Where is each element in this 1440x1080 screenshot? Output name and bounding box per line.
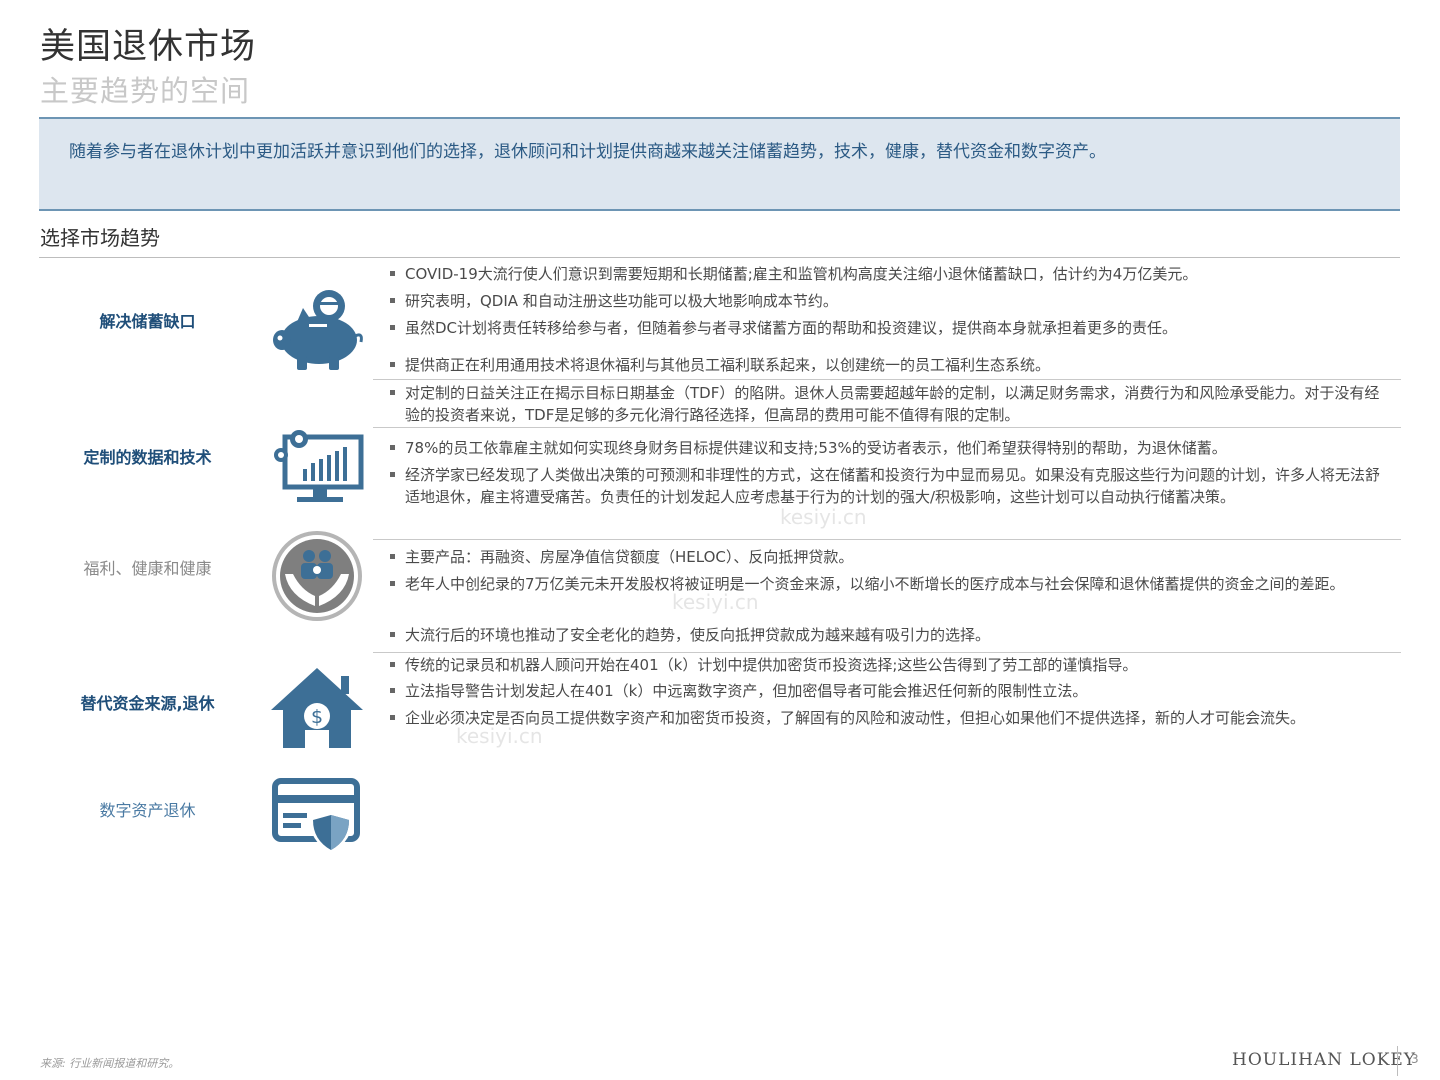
summary-banner: 随着参与者在退休计划中更加活跃并意识到他们的选择，退休顾问和计划提供商越来越关注… <box>39 117 1400 211</box>
list-item: 立法指导警告计划发起人在401（k）中远离数字资产，但加密倡导者可能会推迟任何新… <box>390 680 1382 702</box>
list-item: 提供商正在利用通用技术将退休福利与其他员工福利联系起来，以创建统一的员工福利生态… <box>390 354 1382 376</box>
row-divider <box>373 379 1401 380</box>
list-item: 78%的员工依靠雇主就如何实现终身财务目标提供建议和支持;53%的受访者表示，他… <box>390 437 1382 459</box>
banner-text: 随着参与者在退休计划中更加活跃并意识到他们的选择，退休顾问和计划提供商越来越关注… <box>69 142 1106 162</box>
footer-divider <box>1397 1046 1398 1076</box>
row-label-data-tech: 定制的数据和技术 <box>83 448 212 467</box>
list-item: 对定制的日益关注正在揭示目标日期基金（TDF）的陷阱。退休人员需要超越年龄的定制… <box>390 382 1382 426</box>
row-divider <box>373 539 1401 540</box>
page-number: 3 <box>1411 1052 1419 1066</box>
list-item: 主要产品：再融资、房屋净值信贷额度（HELOC）、反向抵押贷款。 <box>390 546 1382 568</box>
list-item: 传统的记录员和机器人顾问开始在401（k）计划中提供加密货币投资选择;这些公告得… <box>390 654 1382 676</box>
monitor-chart-gears-icon <box>267 425 367 517</box>
row-divider <box>373 427 1401 428</box>
list-item: 虽然DC计划将责任转移给参与者，但随着参与者寻求储蓄方面的帮助和投资建议，提供商… <box>390 317 1382 339</box>
list-item: 研究表明，QDIA 和自动注册这些功能可以极大地影响成本节约。 <box>390 290 1382 312</box>
row-label-alt-funding: 替代资金来源,退休 <box>80 694 215 713</box>
page-subtitle: 主要趋势的空间 <box>40 74 251 108</box>
list-item: COVID-19大流行使人们意识到需要短期和长期储蓄;雇主和监管机构高度关注缩小… <box>390 263 1382 285</box>
piggy-bank-icon <box>267 284 367 376</box>
card-shield-icon <box>267 773 367 865</box>
svg-text:$: $ <box>311 706 323 728</box>
watermark: kesiyi.cn <box>456 724 543 748</box>
list-item: 经济学家已经发现了人类做出决策的可预测和非理性的方式，这在储蓄和投资行为中显而易… <box>390 464 1382 508</box>
family-in-hands-icon <box>267 530 367 622</box>
row-label-digital-assets: 数字资产退休 <box>99 801 196 820</box>
section-divider <box>39 257 1400 258</box>
source-note: 来源: 行业新闻报道和研究。 <box>40 1057 180 1070</box>
brand-logo: HOULIHAN LOKEY <box>1232 1050 1417 1070</box>
row-label-savings-gap: 解决储蓄缺口 <box>99 312 196 331</box>
page-title: 美国退休市场 <box>40 27 257 67</box>
list-item: 老年人中创纪录的7万亿美元未开发股权将被证明是一个资金来源，以缩小不断增长的医疗… <box>390 573 1382 595</box>
house-dollar-icon: $ <box>267 664 367 756</box>
row-divider <box>373 652 1401 653</box>
watermark: kesiyi.cn <box>672 590 759 614</box>
list-item: 大流行后的环境也推动了安全老化的趋势，使反向抵押贷款成为越来越有吸引力的选择。 <box>390 624 1382 646</box>
section-title: 选择市场趋势 <box>40 226 160 250</box>
row-label-wellness: 福利、健康和健康 <box>83 559 212 578</box>
watermark: kesiyi.cn <box>780 505 867 529</box>
